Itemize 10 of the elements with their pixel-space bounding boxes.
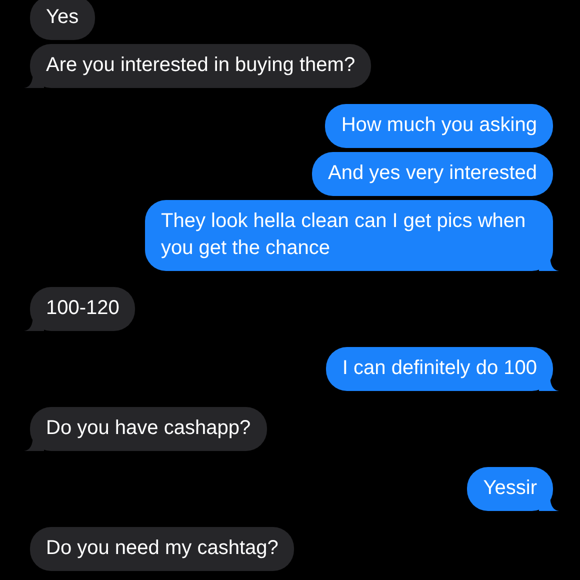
message-bubble: Do you have cashapp? [24, 407, 267, 451]
message-bubble: Are you interested in buying them? [24, 44, 372, 88]
message-bubble: Do you need my cashtag? [24, 527, 294, 571]
message-bubble: I can definitely do 100 [326, 347, 559, 391]
message-bubble: And yes very interested [312, 152, 559, 196]
message-bubble: Yessir [467, 467, 559, 511]
message-bubble: Yes [24, 0, 95, 40]
message-bubble: 100-120 [24, 287, 136, 331]
message-bubble: How much you asking [325, 104, 559, 148]
message-bubble: They look hella clean can I get pics when you get the chance [145, 200, 559, 271]
